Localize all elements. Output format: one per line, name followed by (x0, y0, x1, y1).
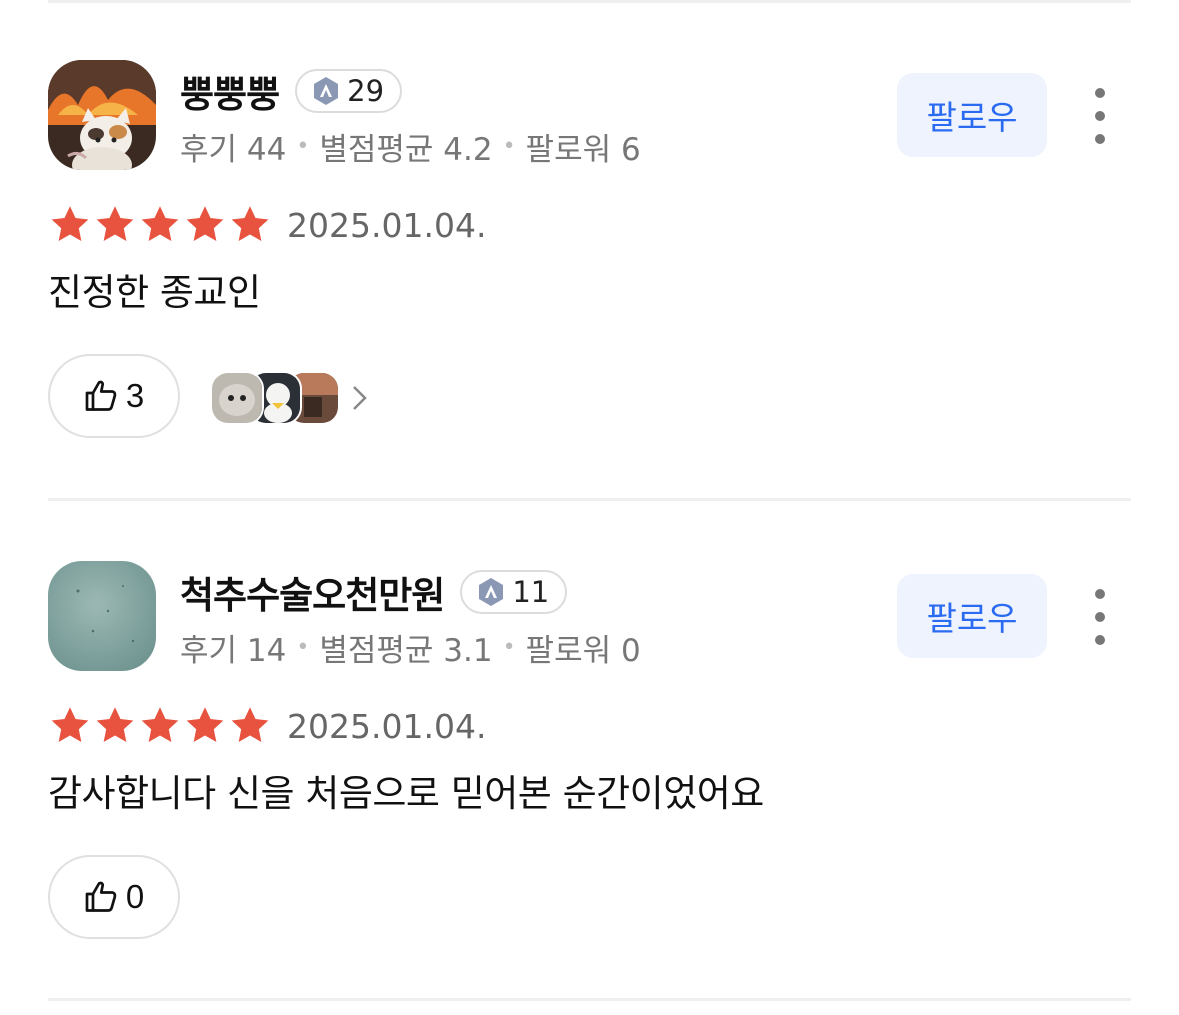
like-button[interactable]: 0 (48, 855, 180, 939)
review-count: 후기 44 (180, 132, 287, 168)
review-date: 2025.01.04. (287, 205, 487, 245)
star-rating (48, 203, 273, 247)
user-avatar[interactable] (48, 60, 156, 170)
user-stats: 후기 44 • 별점평균 4.2 • 팔로워 6 (180, 124, 641, 169)
chevron-right-icon[interactable] (350, 383, 370, 413)
level-number: 11 (512, 575, 550, 609)
review-date: 2025.01.04. (287, 706, 487, 746)
likers-avatars[interactable] (210, 371, 370, 425)
rating-row: 2025.01.04. (48, 701, 486, 751)
star-icon (51, 206, 89, 241)
star-icon (141, 707, 179, 742)
separator-dot: • (502, 635, 516, 660)
like-count: 3 (125, 377, 145, 414)
star-icon (186, 206, 224, 241)
star-icon (51, 707, 89, 742)
user-stats: 후기 14 • 별점평균 3.1 • 팔로워 0 (180, 625, 641, 670)
thumbs-up-icon (85, 881, 117, 912)
follower-count: 팔로워 0 (525, 633, 641, 669)
separator-dot: • (296, 635, 310, 660)
more-options-icon[interactable] (1080, 88, 1120, 144)
follower-count: 팔로워 6 (525, 132, 641, 168)
star-icon (231, 707, 269, 742)
level-badge: 11 (460, 570, 568, 614)
average-rating: 별점평균 3.1 (319, 633, 493, 669)
review-card: 척추수술오천만원 11 후기 14 • 별점평균 3.1 • 팔로워 0 팔로우… (0, 501, 1179, 971)
review-divider (48, 998, 1131, 1001)
like-button[interactable]: 3 (48, 354, 180, 438)
follow-button[interactable]: 팔로우 (897, 574, 1047, 658)
user-name-row: 척추수술오천만원 11 (180, 565, 568, 619)
level-icon (314, 77, 339, 105)
star-icon (186, 707, 224, 742)
rating-row: 2025.01.04. (48, 200, 486, 250)
separator-dot: • (502, 134, 516, 159)
level-icon (479, 578, 504, 606)
thumbs-up-icon (85, 380, 117, 411)
user-name-row: 뿡뿡뿡 29 (180, 64, 403, 118)
liker-avatar (210, 371, 264, 425)
user-avatar[interactable] (48, 561, 156, 671)
review-text: 진정한 종교인 (48, 271, 261, 314)
review-card: 뿡뿡뿡 29 후기 44 • 별점평균 4.2 • 팔로워 6 팔로우 2025… (0, 0, 1179, 470)
star-icon (96, 206, 134, 241)
follow-button[interactable]: 팔로우 (897, 73, 1047, 157)
like-count: 0 (125, 878, 145, 915)
star-rating (48, 704, 273, 748)
star-icon (231, 206, 269, 241)
username[interactable]: 뿡뿡뿡 (180, 64, 280, 118)
level-badge: 29 (295, 69, 403, 113)
more-options-icon[interactable] (1080, 589, 1120, 645)
average-rating: 별점평균 4.2 (319, 132, 493, 168)
level-number: 29 (347, 74, 385, 108)
username[interactable]: 척추수술오천만원 (180, 565, 445, 619)
star-icon (141, 206, 179, 241)
separator-dot: • (296, 134, 310, 159)
review-count: 후기 14 (180, 633, 287, 669)
star-icon (96, 707, 134, 742)
review-text: 감사합니다 신을 처음으로 믿어본 순간이었어요 (48, 772, 764, 815)
